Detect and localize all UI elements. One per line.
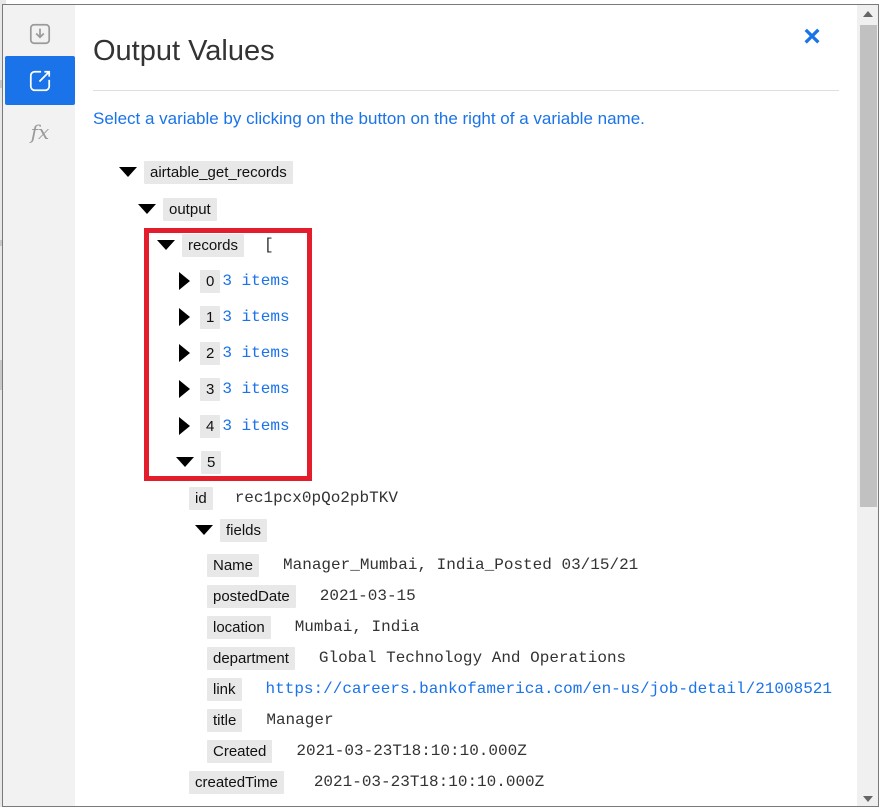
record-summary[interactable]: 3 items	[222, 272, 289, 290]
function-button[interactable]: fx	[5, 107, 75, 156]
field-row-posteddate[interactable]: postedDate 2021-03-15	[207, 583, 416, 609]
variable-key[interactable]: link	[207, 677, 242, 701]
tree-node-fields[interactable]: fields	[195, 517, 268, 543]
export-icon	[29, 70, 51, 91]
variable-value: Mumbai, India	[294, 618, 420, 636]
scrollbar-thumb[interactable]	[860, 25, 877, 507]
record-index[interactable]: 0	[200, 269, 221, 293]
tree-node-record[interactable]: 2 3 items	[179, 340, 290, 366]
variable-value: 2021-03-15	[319, 587, 416, 605]
scroll-down-icon[interactable]	[863, 796, 873, 802]
caret-down-icon[interactable]	[119, 167, 137, 177]
variable-key[interactable]: Name	[207, 553, 260, 577]
variable-key[interactable]: location	[207, 615, 271, 639]
scroll-up-icon[interactable]	[863, 11, 873, 17]
variable-value: 2021-03-23T18:10:10.000Z	[313, 773, 545, 791]
record-index[interactable]: 5	[201, 450, 222, 474]
variable-key[interactable]: id	[189, 486, 213, 510]
variable-value: Manager_Mumbai, India_Posted 03/15/21	[283, 556, 639, 574]
variable-key[interactable]: postedDate	[207, 584, 296, 608]
instruction-text: Select a variable by clicking on the but…	[93, 109, 645, 128]
tree-node-record[interactable]: 3 3 items	[179, 376, 290, 402]
tree-node-records[interactable]: records [	[157, 232, 274, 258]
variable-value: Global Technology And Operations	[318, 649, 627, 667]
variable-key[interactable]: title	[207, 708, 243, 732]
tree-node-root[interactable]: airtable_get_records	[119, 159, 293, 185]
field-row-createdtime[interactable]: createdTime 2021-03-23T18:10:10.000Z	[189, 769, 544, 795]
variable-key[interactable]: Created	[207, 739, 273, 763]
caret-right-icon[interactable]	[179, 417, 190, 435]
variable-key[interactable]: department	[207, 646, 295, 670]
function-icon: fx	[30, 119, 50, 144]
caret-down-icon[interactable]	[138, 204, 156, 214]
caret-right-icon[interactable]	[179, 272, 190, 290]
tree-node-output[interactable]: output	[138, 196, 217, 222]
modal-title: Output Values	[93, 35, 275, 67]
variable-value-link[interactable]: https://careers.bankofamerica.com/en-us/…	[266, 680, 833, 698]
variable-key[interactable]: records	[182, 233, 245, 257]
caret-right-icon[interactable]	[179, 380, 190, 398]
array-open-bracket: [	[264, 236, 274, 254]
caret-right-icon[interactable]	[179, 308, 190, 326]
tree-node-record-expanded[interactable]: 5	[176, 449, 222, 475]
caret-down-icon[interactable]	[176, 457, 194, 467]
icon-rail: fx	[3, 5, 75, 806]
record-summary[interactable]: 3 items	[222, 417, 289, 435]
record-index[interactable]: 4	[200, 414, 221, 438]
variable-value: Manager	[266, 711, 334, 729]
tree-node-record[interactable]: 4 3 items	[179, 413, 290, 439]
close-icon[interactable]: ×	[800, 22, 824, 52]
output-values-modal: fx Output Values × Select a variable by …	[2, 4, 879, 807]
tree-node-record[interactable]: 0 3 items	[179, 268, 290, 294]
field-row-id[interactable]: id rec1pcx0pQo2pbTKV	[189, 485, 398, 511]
field-row-title[interactable]: title Manager	[207, 707, 334, 733]
caret-right-icon[interactable]	[179, 344, 190, 362]
variable-key[interactable]: airtable_get_records	[144, 160, 293, 184]
field-row-location[interactable]: location Mumbai, India	[207, 614, 420, 640]
field-row-department[interactable]: department Global Technology And Operati…	[207, 645, 626, 671]
variable-value: 2021-03-23T18:10:10.000Z	[296, 742, 527, 760]
field-row-link[interactable]: link https://careers.bankofamerica.com/e…	[207, 676, 832, 702]
vertical-scrollbar[interactable]	[857, 5, 878, 806]
import-button[interactable]	[5, 9, 75, 58]
variable-key[interactable]: fields	[220, 518, 268, 542]
field-row-name[interactable]: Name Manager_Mumbai, India_Posted 03/15/…	[207, 552, 638, 578]
record-summary[interactable]: 3 items	[222, 380, 289, 398]
modal-content: Output Values × Select a variable by cli…	[75, 5, 857, 806]
export-button[interactable]	[5, 56, 75, 105]
record-index[interactable]: 2	[200, 341, 221, 365]
variable-key[interactable]: createdTime	[189, 770, 284, 794]
title-divider	[93, 90, 839, 91]
import-icon	[29, 23, 51, 44]
record-summary[interactable]: 3 items	[222, 344, 289, 362]
record-summary[interactable]: 3 items	[222, 308, 289, 326]
record-index[interactable]: 1	[200, 305, 221, 329]
variable-value: rec1pcx0pQo2pbTKV	[234, 489, 398, 507]
variable-key[interactable]: output	[163, 197, 217, 221]
caret-down-icon[interactable]	[157, 240, 175, 250]
tree-node-record[interactable]: 1 3 items	[179, 304, 290, 330]
record-index[interactable]: 3	[200, 377, 221, 401]
field-row-created[interactable]: Created 2021-03-23T18:10:10.000Z	[207, 738, 527, 764]
caret-down-icon[interactable]	[195, 525, 213, 535]
